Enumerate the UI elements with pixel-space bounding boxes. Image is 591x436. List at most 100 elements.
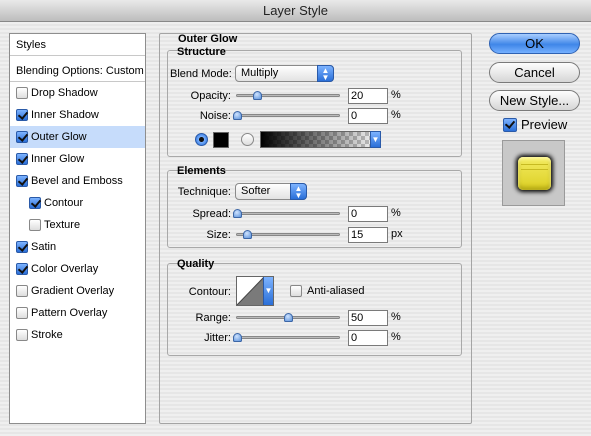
style-item-label: Inner Shadow — [31, 109, 99, 121]
contour-curve-icon — [237, 277, 265, 305]
style-item-blending-options[interactable]: Blending Options: Custom — [10, 60, 145, 82]
opacity-unit: % — [391, 89, 401, 101]
style-item-color-overlay[interactable]: Color Overlay — [10, 258, 145, 280]
window-title: Layer Style — [0, 0, 591, 22]
style-item-label: Stroke — [31, 329, 63, 341]
styles-header-item[interactable]: Styles — [10, 34, 145, 56]
opacity-slider-thumb[interactable] — [253, 91, 263, 100]
preview-checkbox[interactable] — [503, 118, 517, 132]
new-style-button[interactable]: New Style... — [489, 90, 580, 111]
size-label: Size: — [206, 229, 231, 241]
texture-checkbox[interactable] — [29, 219, 41, 231]
opacity-input[interactable]: 20 — [348, 88, 388, 104]
style-item-stroke[interactable]: Stroke — [10, 324, 145, 346]
style-item-label: Pattern Overlay — [31, 307, 108, 319]
elements-title: Elements — [177, 165, 226, 177]
gradient-picker[interactable]: ▼ — [260, 131, 381, 148]
jitter-unit: % — [391, 331, 401, 343]
cancel-button[interactable]: Cancel — [489, 62, 580, 83]
range-slider[interactable] — [236, 313, 340, 322]
style-item-bevel-emboss[interactable]: Bevel and Emboss — [10, 170, 145, 192]
anti-aliased-label: Anti-aliased — [307, 285, 365, 297]
styles-list: Styles Blending Options: Custom Drop Sha… — [9, 33, 146, 424]
jitter-slider[interactable] — [233, 333, 340, 342]
quality-title: Quality — [177, 258, 215, 270]
size-input[interactable]: 15 — [348, 227, 388, 243]
jitter-label: Jitter: — [204, 332, 231, 344]
noise-unit: % — [391, 109, 401, 121]
outer-glow-checkbox[interactable] — [16, 131, 28, 143]
outer-glow-title: Outer Glow — [178, 33, 238, 45]
style-item-label: Gradient Overlay — [31, 285, 115, 297]
style-item-label: Satin — [31, 241, 57, 253]
style-item-label: Drop Shadow — [31, 87, 98, 99]
style-item-label: Bevel and Emboss — [31, 175, 123, 187]
gradient-overlay-checkbox[interactable] — [16, 285, 28, 297]
blend-mode-label: Blend Mode: — [170, 68, 232, 80]
style-item-contour[interactable]: Contour — [10, 192, 145, 214]
blend-mode-dropdown[interactable]: Multiply ▲ ▼ — [235, 65, 334, 82]
updown-arrows-icon: ▲ ▼ — [317, 65, 334, 82]
style-item-texture[interactable]: Texture — [10, 214, 145, 236]
solid-color-radio[interactable] — [195, 133, 208, 146]
style-item-satin[interactable]: Satin — [10, 236, 145, 258]
updown-arrows-icon: ▲ ▼ — [290, 183, 307, 200]
size-unit: px — [391, 228, 403, 240]
gradient-radio[interactable] — [241, 133, 254, 146]
styles-header-label: Styles — [16, 39, 46, 51]
size-slider[interactable] — [236, 230, 340, 239]
ok-button[interactable]: OK — [489, 33, 580, 54]
noise-input[interactable]: 0 — [348, 108, 388, 124]
technique-value: Softer — [241, 185, 271, 197]
opacity-slider[interactable] — [236, 91, 340, 100]
bevel-emboss-checkbox[interactable] — [16, 175, 28, 187]
technique-label: Technique: — [177, 186, 231, 198]
dropdown-arrow-icon: ▼ — [263, 277, 273, 305]
spread-input[interactable]: 0 — [348, 206, 388, 222]
color-overlay-checkbox[interactable] — [16, 263, 28, 275]
style-item-drop-shadow[interactable]: Drop Shadow — [10, 82, 145, 104]
style-item-inner-glow[interactable]: Inner Glow — [10, 148, 145, 170]
technique-dropdown[interactable]: Softer ▲ ▼ — [235, 183, 307, 200]
glow-color-swatch[interactable] — [213, 132, 229, 148]
anti-aliased-checkbox[interactable] — [290, 285, 302, 297]
style-item-label: Blending Options: Custom — [16, 65, 144, 77]
blend-mode-value: Multiply — [241, 67, 279, 79]
spread-label: Spread: — [192, 208, 231, 220]
style-item-inner-shadow[interactable]: Inner Shadow — [10, 104, 145, 126]
style-item-label: Inner Glow — [31, 153, 85, 165]
spread-unit: % — [391, 207, 401, 219]
style-item-label: Texture — [44, 219, 81, 231]
pattern-overlay-checkbox[interactable] — [16, 307, 28, 319]
inner-shadow-checkbox[interactable] — [16, 109, 28, 121]
style-item-label: Color Overlay — [31, 263, 99, 275]
preview-swatch — [518, 157, 551, 190]
contour-picker[interactable]: ▼ — [236, 276, 274, 306]
noise-label: Noise: — [199, 110, 231, 122]
jitter-slider-thumb[interactable] — [233, 333, 242, 342]
range-unit: % — [391, 311, 401, 323]
spread-slider[interactable] — [233, 209, 340, 218]
jitter-input[interactable]: 0 — [348, 330, 388, 346]
inner-glow-checkbox[interactable] — [16, 153, 28, 165]
contour-label: Contour: — [188, 286, 231, 298]
drop-shadow-checkbox[interactable] — [16, 87, 28, 99]
satin-checkbox[interactable] — [16, 241, 28, 253]
opacity-label: Opacity: — [190, 90, 231, 102]
style-item-outer-glow[interactable]: Outer Glow — [10, 126, 145, 148]
noise-slider-thumb[interactable] — [233, 111, 242, 120]
contour-checkbox[interactable] — [29, 197, 41, 209]
style-item-gradient-overlay[interactable]: Gradient Overlay — [10, 280, 145, 302]
range-slider-thumb[interactable] — [284, 313, 293, 322]
style-item-pattern-overlay[interactable]: Pattern Overlay — [10, 302, 145, 324]
range-label: Range: — [195, 312, 231, 324]
style-item-label: Outer Glow — [31, 131, 87, 143]
range-input[interactable]: 50 — [348, 310, 388, 326]
stroke-checkbox[interactable] — [16, 329, 28, 341]
dropdown-arrow-icon: ▼ — [370, 131, 381, 148]
noise-slider[interactable] — [233, 111, 340, 120]
style-preview-thumbnail — [502, 140, 565, 206]
preview-label: Preview — [521, 117, 568, 132]
spread-slider-thumb[interactable] — [233, 209, 242, 218]
size-slider-thumb[interactable] — [243, 230, 253, 239]
